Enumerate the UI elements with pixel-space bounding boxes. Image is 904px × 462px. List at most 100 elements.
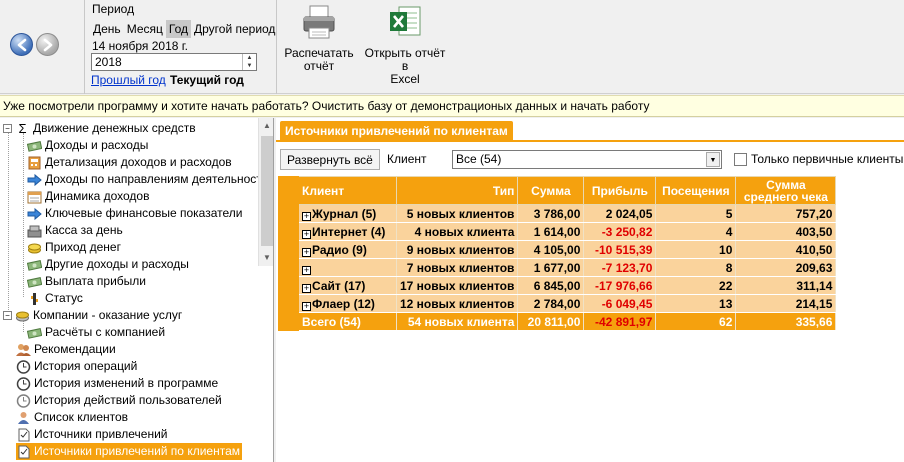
expand-plus-icon[interactable]: + — [302, 211, 311, 221]
period-tab-day[interactable]: День — [90, 20, 124, 38]
expand-all-button[interactable]: Развернуть всё — [280, 149, 380, 170]
demo-info-bar[interactable]: Уже посмотрели программу и хотите начать… — [0, 95, 904, 117]
cell-profit: -17 976,66 — [583, 276, 657, 295]
tree-item-profit-payout[interactable]: Выплата прибыли — [27, 273, 146, 290]
client-select[interactable]: Все (54) ▼ — [452, 150, 722, 169]
col-type[interactable]: Тип — [395, 176, 519, 205]
expand-plus-icon[interactable]: + — [302, 229, 311, 239]
back-button[interactable] — [10, 33, 33, 56]
tree-item-money-in[interactable]: Приход денег — [27, 239, 121, 256]
table-row[interactable]: + Флаер (12) 12 новых клиентов 2 784,00 -… — [278, 294, 837, 313]
col-visits[interactable]: Посещения — [655, 176, 737, 205]
tree-item-income-directions[interactable]: Доходы по направлениям деятельности — [27, 171, 268, 188]
table-row[interactable]: + Журнал (5) 5 новых клиентов 3 786,00 2 … — [278, 204, 837, 223]
tree-item-other-income[interactable]: Другие доходы и расходы — [27, 256, 189, 273]
table-row[interactable]: + Радио (9) 9 новых клиентов 4 105,00 -10… — [278, 240, 837, 259]
tree-item-income-expense[interactable]: Доходы и расходы — [27, 137, 148, 154]
period-tab-year[interactable]: Год — [165, 20, 191, 38]
people-icon — [16, 343, 31, 356]
table-header: Клиент Тип Сумма Прибыль Посещения Сумма… — [278, 176, 837, 205]
year-input[interactable] — [92, 54, 232, 70]
tree-item-income-dynamics[interactable]: Динамика доходов — [27, 188, 149, 205]
tab-acquisition-by-clients[interactable]: Источники привлечений по клиентам — [280, 121, 513, 142]
spin-down-icon[interactable]: ▼ — [243, 62, 256, 70]
tree-item-kpi[interactable]: Ключевые финансовые показатели — [27, 205, 242, 222]
row-header[interactable] — [278, 240, 299, 259]
col-avg-check[interactable]: Сумма среднего чека — [735, 176, 837, 205]
cell-client: + Радио (9) — [298, 240, 397, 259]
expand-plus-icon[interactable]: + — [302, 247, 311, 257]
tree-item-company-settlements[interactable]: Расчёты с компанией — [27, 324, 165, 341]
total-profit: -42 891,97 — [583, 312, 657, 331]
open-excel-button[interactable]: Открыть отчёт в Excel — [360, 4, 450, 86]
tree-item-cashflow[interactable]: − Σ Движение денежных средств — [3, 120, 196, 137]
row-header[interactable] — [278, 276, 299, 295]
tree-item-recommendations[interactable]: Рекомендации — [16, 341, 116, 358]
cell-sum: 1 614,00 — [517, 222, 585, 241]
cell-client: + Флаер (12) — [298, 294, 397, 313]
tree-item-daily-cash[interactable]: Касса за день — [27, 222, 123, 239]
spin-up-icon[interactable]: ▲ — [243, 54, 256, 62]
cell-sum: 3 786,00 — [517, 204, 585, 223]
collapse-icon[interactable]: − — [3, 124, 12, 133]
cell-profit: -6 049,45 — [583, 294, 657, 313]
table-row[interactable]: + 7 новых клиентов 1 677,00 -7 123,70 8 … — [278, 258, 837, 277]
col-profit[interactable]: Прибыль — [583, 176, 657, 205]
year-stepper[interactable]: ▲ ▼ — [91, 53, 257, 71]
total-row[interactable]: Всего (54) 54 новых клиента 20 811,00 -4… — [278, 312, 837, 331]
row-header[interactable] — [278, 294, 299, 313]
clock-icon — [16, 376, 31, 391]
prev-year-link[interactable]: Прошлый год — [91, 73, 166, 87]
cash-register-icon — [27, 225, 42, 237]
cell-avg: 757,20 — [735, 204, 837, 223]
expand-plus-icon[interactable]: + — [302, 265, 311, 275]
expand-plus-icon[interactable]: + — [302, 301, 311, 311]
tree-item-acquisition-by-clients[interactable]: Источники привлечений по клиентам — [16, 443, 242, 460]
cell-sum: 6 845,00 — [517, 276, 585, 295]
table-row[interactable]: + Сайт (17) 17 новых клиентов 6 845,00 -1… — [278, 276, 837, 295]
scroll-up-icon[interactable]: ▲ — [259, 118, 273, 134]
report-tabs: Источники привлечений по клиентам — [276, 118, 904, 142]
col-client[interactable]: Клиент — [298, 176, 397, 205]
calculator-icon — [28, 156, 41, 169]
tree-item-operations-history[interactable]: История операций — [16, 358, 137, 375]
chevron-down-icon[interactable]: ▼ — [706, 152, 720, 167]
cell-visits: 13 — [655, 294, 737, 313]
col-sum[interactable]: Сумма — [517, 176, 585, 205]
row-header[interactable] — [278, 312, 299, 331]
expand-plus-icon[interactable]: + — [302, 283, 311, 293]
tree-item-companies[interactable]: − Компании - оказание услуг — [3, 307, 182, 324]
forward-button[interactable] — [36, 33, 59, 56]
money-icon — [27, 327, 42, 339]
first-only-toggle[interactable]: Только первичные клиенты — [734, 152, 903, 166]
tree-item-client-list[interactable]: Список клиентов — [16, 409, 128, 426]
cell-visits: 4 — [655, 222, 737, 241]
row-header[interactable] — [278, 258, 299, 277]
scroll-down-icon[interactable]: ▼ — [259, 250, 273, 266]
first-only-checkbox[interactable] — [734, 152, 747, 166]
table-row[interactable]: + Интернет (4) 4 новых клиента 1 614,00 -… — [278, 222, 837, 241]
client-name: Флаер (12) — [312, 296, 375, 311]
coins-icon — [28, 243, 41, 253]
cell-avg: 311,14 — [735, 276, 837, 295]
tree-scrollbar[interactable]: ▲ ▼ — [258, 118, 273, 266]
money-icon — [27, 140, 42, 152]
scroll-thumb[interactable] — [261, 136, 273, 246]
tree-item-status[interactable]: Статус — [27, 290, 83, 307]
cell-type: 9 новых клиентов — [395, 240, 519, 259]
print-report-button[interactable]: Распечатать отчёт — [282, 4, 356, 73]
period-tab-month[interactable]: Месяц — [124, 20, 166, 38]
client-name: Радио (9) — [312, 242, 367, 257]
cell-avg: 410,50 — [735, 240, 837, 259]
client-label: Клиент — [387, 152, 427, 166]
period-tab-other[interactable]: Другой период — [191, 20, 278, 38]
tree-item-acquisition-sources[interactable]: Источники привлечений — [16, 426, 167, 443]
tree-item-changes-history[interactable]: История изменений в программе — [16, 375, 218, 392]
tree-item-user-actions-history[interactable]: История действий пользователей — [16, 392, 222, 409]
row-header[interactable] — [278, 204, 299, 223]
calendar-icon — [27, 191, 42, 203]
collapse-icon[interactable]: − — [3, 311, 12, 320]
cell-sum: 2 784,00 — [517, 294, 585, 313]
row-header[interactable] — [278, 222, 299, 241]
tree-item-details[interactable]: Детализация доходов и расходов — [27, 154, 232, 171]
